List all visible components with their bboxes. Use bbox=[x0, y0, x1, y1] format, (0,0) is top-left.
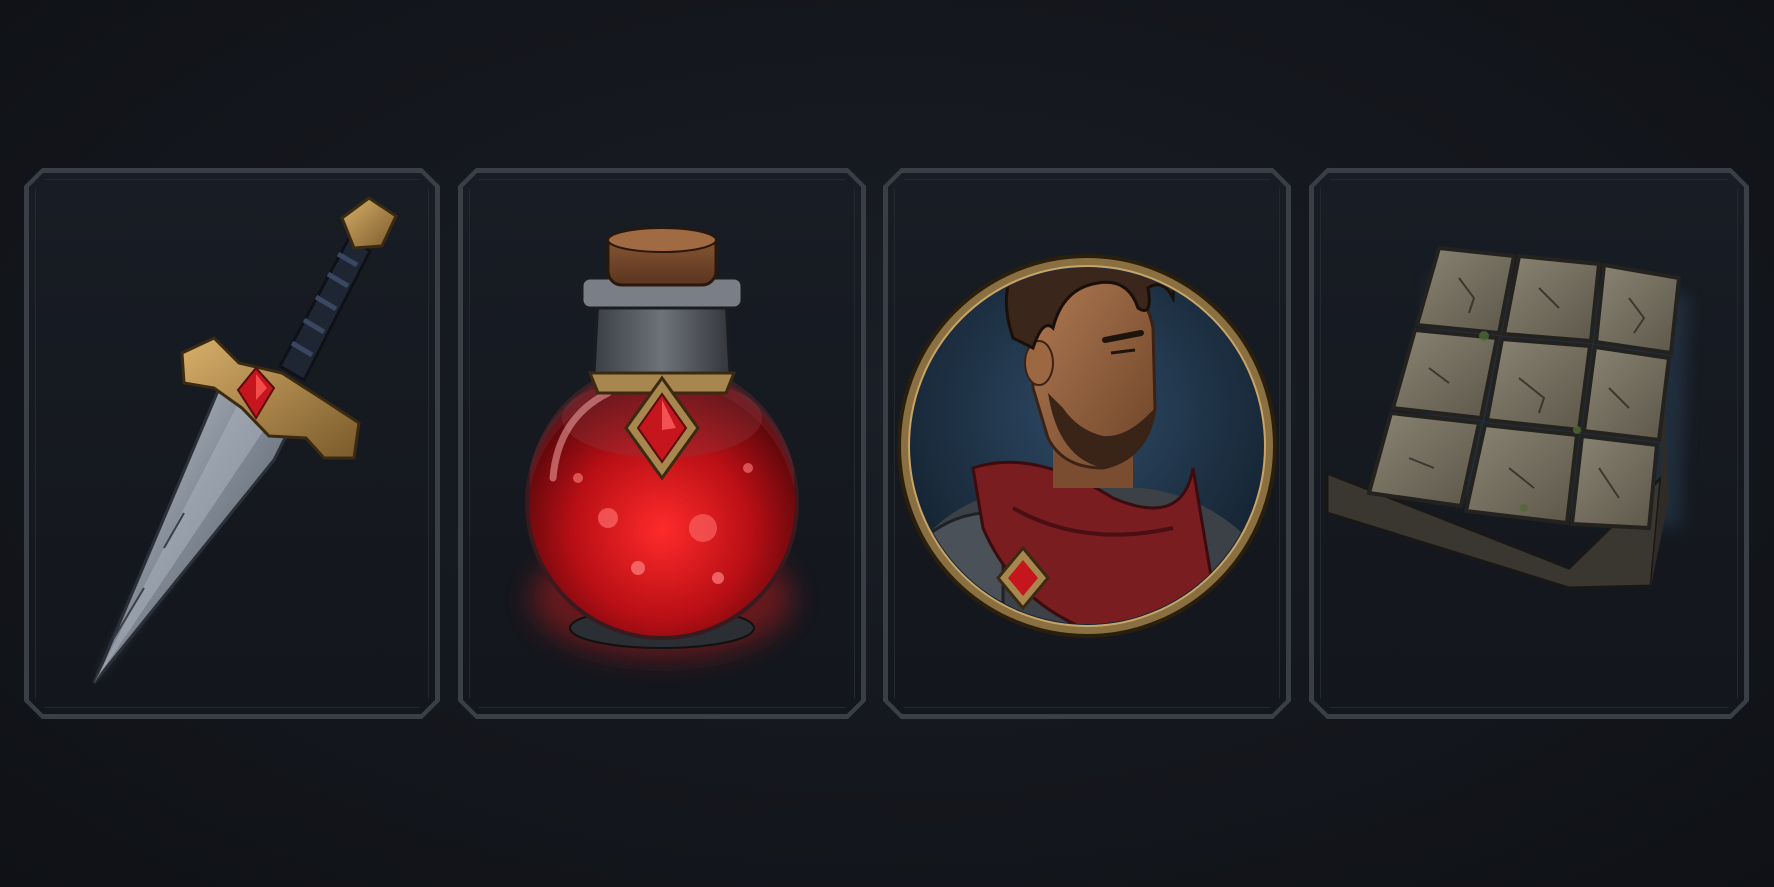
inventory-slot-potion[interactable] bbox=[458, 168, 866, 719]
inventory-panel bbox=[0, 0, 1774, 887]
stone-tile-icon bbox=[1325, 245, 1689, 590]
dagger-icon bbox=[92, 196, 398, 684]
potion-icon bbox=[525, 227, 799, 658]
inventory-slot-stone-tile[interactable] bbox=[1309, 168, 1749, 719]
inventory-slot-portrait[interactable] bbox=[883, 168, 1291, 719]
portrait-icon bbox=[897, 254, 1277, 638]
inventory-slot-dagger[interactable] bbox=[24, 168, 440, 719]
